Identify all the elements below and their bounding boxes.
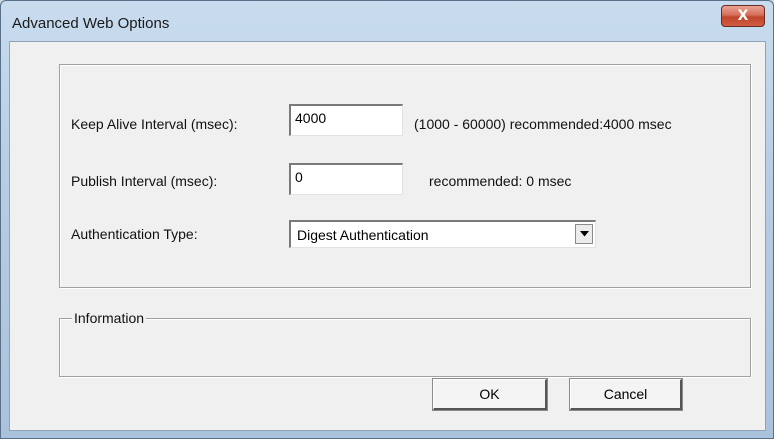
ok-button[interactable]: OK [432, 378, 548, 411]
chevron-down-icon [579, 231, 589, 237]
keep-alive-label: Keep Alive Interval (msec): [71, 116, 238, 132]
window-title: Advanced Web Options [12, 15, 170, 32]
keep-alive-hint: (1000 - 60000) recommended:4000 msec [414, 116, 672, 132]
dialog-window: Advanced Web Options X Keep Alive Interv… [0, 0, 774, 439]
auth-type-label: Authentication Type: [71, 226, 198, 242]
auth-type-selected-value: Digest Authentication [297, 227, 429, 243]
dropdown-button[interactable] [575, 224, 593, 244]
close-icon: X [737, 8, 749, 24]
keep-alive-input[interactable]: 4000 [289, 104, 403, 136]
publish-interval-hint: recommended: 0 msec [429, 173, 572, 189]
close-button[interactable]: X [721, 5, 765, 27]
publish-interval-label: Publish Interval (msec): [71, 173, 218, 189]
cancel-button[interactable]: Cancel [569, 378, 683, 411]
publish-interval-input[interactable]: 0 [289, 163, 403, 195]
dialog-client-area: Keep Alive Interval (msec): 4000 (1000 -… [9, 41, 766, 431]
information-group: Information [59, 310, 751, 377]
title-bar[interactable]: Advanced Web Options X [1, 1, 773, 41]
auth-type-select[interactable]: Digest Authentication [289, 220, 596, 248]
information-legend: Information [72, 310, 147, 326]
